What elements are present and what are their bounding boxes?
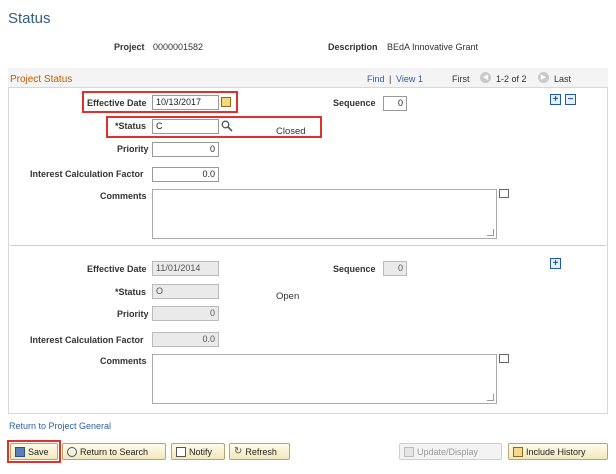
effective-date-readonly: 11/01/2014 xyxy=(152,261,219,276)
include-history-button[interactable]: Include History xyxy=(508,443,608,460)
status-readonly: O xyxy=(152,284,219,299)
page-title: Status xyxy=(8,10,51,27)
effective-date-label: Effective Date xyxy=(87,98,147,108)
status-label-2: *Status xyxy=(115,287,147,297)
icf-input[interactable]: 0.0 xyxy=(152,167,219,182)
priority-label: Priority xyxy=(117,144,149,154)
refresh-label: Refresh xyxy=(245,446,277,457)
resize-grip-icon[interactable] xyxy=(487,229,494,236)
add-row-icon[interactable]: + xyxy=(550,94,561,105)
status-description: Closed xyxy=(276,126,306,137)
update-display-button: Update/Display xyxy=(399,443,502,460)
effective-date-input[interactable]: 10/13/2017 xyxy=(152,95,219,110)
return-to-search-label: Return to Search xyxy=(80,446,149,457)
save-label: Save xyxy=(28,446,49,457)
priority-input[interactable]: 0 xyxy=(152,142,219,157)
sequence-label: Sequence xyxy=(333,98,376,108)
comments-textarea-2[interactable] xyxy=(152,354,497,404)
priority-label-2: Priority xyxy=(117,309,149,319)
comments-label: Comments xyxy=(100,191,147,201)
resize-grip-icon-2[interactable] xyxy=(487,394,494,401)
prev-row-icon[interactable]: ◀ xyxy=(480,72,491,83)
save-button[interactable]: Save xyxy=(10,443,58,460)
sequence-readonly: 0 xyxy=(383,261,407,276)
notify-icon xyxy=(176,446,186,457)
update-display-label: Update/Display xyxy=(417,446,479,457)
row-range: 1-2 of 2 xyxy=(496,74,527,84)
description-label: Description xyxy=(328,42,378,52)
refresh-icon: ↻ xyxy=(234,446,243,457)
find-link[interactable]: Find xyxy=(367,74,385,84)
include-history-label: Include History xyxy=(526,446,586,457)
notify-button[interactable]: Notify xyxy=(171,443,225,460)
return-icon xyxy=(67,446,77,457)
sequence-label-2: Sequence xyxy=(333,264,376,274)
icf-readonly: 0.0 xyxy=(152,332,219,347)
expand-comments-icon-2[interactable] xyxy=(499,354,509,363)
return-to-project-link[interactable]: Return to Project General xyxy=(9,421,111,431)
status-label: *Status xyxy=(115,121,147,131)
last-label: Last xyxy=(554,74,572,84)
refresh-button[interactable]: ↻ Refresh xyxy=(229,443,290,460)
comments-textarea[interactable] xyxy=(152,189,497,239)
save-icon xyxy=(15,446,25,457)
view-all-link[interactable]: View 1 xyxy=(396,74,423,84)
first-label: First xyxy=(452,74,470,84)
row-divider xyxy=(10,245,606,246)
expand-comments-icon[interactable] xyxy=(499,189,509,198)
calendar-icon[interactable] xyxy=(221,97,231,107)
delete-row-icon[interactable]: − xyxy=(565,94,576,105)
comments-label-2: Comments xyxy=(100,356,147,366)
add-row-icon-2[interactable]: + xyxy=(550,258,561,269)
status-description-2: Open xyxy=(276,291,300,302)
return-to-search-button[interactable]: Return to Search xyxy=(62,443,166,460)
next-row-icon[interactable]: ▶ xyxy=(538,72,549,83)
panel-title: Project Status xyxy=(10,74,73,85)
sequence-input[interactable]: 0 xyxy=(383,96,407,111)
status-input[interactable]: C xyxy=(152,119,219,134)
nav-separator: | xyxy=(389,74,392,84)
priority-readonly: 0 xyxy=(152,306,219,321)
icf-label-2: Interest Calculation Factor xyxy=(30,335,144,345)
update-display-icon xyxy=(404,446,414,457)
project-label: Project xyxy=(114,42,145,52)
project-value: 0000001582 xyxy=(153,42,204,52)
description-value: BEdA Innovative Grant xyxy=(387,42,479,52)
include-history-icon xyxy=(513,446,523,457)
icf-label: Interest Calculation Factor xyxy=(30,169,144,179)
effective-date-label-2: Effective Date xyxy=(87,264,147,274)
lookup-icon[interactable] xyxy=(221,120,233,132)
notify-label: Notify xyxy=(189,446,213,457)
